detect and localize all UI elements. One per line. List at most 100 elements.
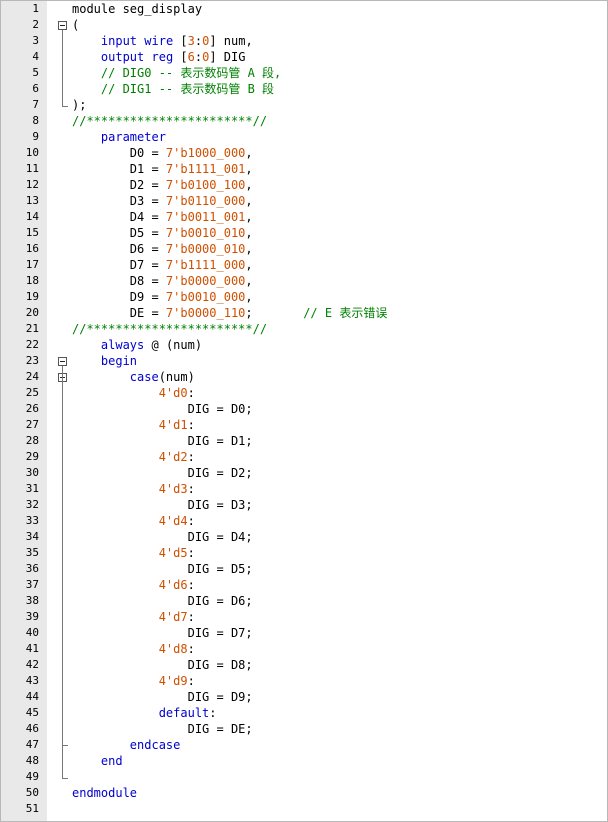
code-line[interactable]: 49 [1, 769, 607, 785]
code-line[interactable]: 9 parameter [1, 129, 607, 145]
line-number: 36 [25, 562, 39, 575]
number-token: 7'b0110_000 [165, 194, 246, 208]
code-text: DIG = D7; [72, 625, 253, 641]
code-line[interactable]: 24 case(num) [1, 369, 607, 385]
code-line[interactable]: 38 DIG = D6; [1, 593, 607, 609]
code-text: D8 = 7'b0000_000, [72, 273, 253, 289]
code-line[interactable]: 17 D7 = 7'b1111_000, [1, 257, 607, 273]
fold-toggle-icon[interactable] [58, 357, 67, 366]
code-line[interactable]: 10 D0 = 7'b1000_000, [1, 145, 607, 161]
code-line[interactable]: 15 D5 = 7'b0010_010, [1, 225, 607, 241]
code-line[interactable]: 45 default: [1, 705, 607, 721]
code-text: 4'd3: [72, 481, 195, 497]
text-token: : [209, 706, 217, 720]
code-text: ); [72, 97, 86, 113]
code-line[interactable]: 27 4'd1: [1, 417, 607, 433]
code-text: begin [72, 353, 137, 369]
code-text: D1 = 7'b1111_001, [72, 161, 253, 177]
number-token: 7'b0000_010 [165, 242, 246, 256]
code-text: //***********************// [72, 321, 267, 337]
code-text: DIG = D5; [72, 561, 253, 577]
line-number: 27 [25, 418, 39, 431]
code-line[interactable]: 28 DIG = D1; [1, 433, 607, 449]
line-number: 10 [25, 146, 39, 159]
code-line[interactable]: 33 4'd4: [1, 513, 607, 529]
code-line[interactable]: 34 DIG = D4; [1, 529, 607, 545]
text-token: (num) [158, 370, 195, 384]
text-token: , [245, 290, 253, 304]
code-line[interactable]: 25 4'd0: [1, 385, 607, 401]
code-line[interactable]: 40 DIG = D7; [1, 625, 607, 641]
keyword-token: reg [151, 50, 174, 64]
number-token: 7'b1111_000 [165, 258, 246, 272]
code-line[interactable]: 5 // DIG0 -- 表示数码管 A 段, [1, 65, 607, 81]
text-token: : [187, 610, 195, 624]
code-line[interactable]: 26 DIG = D0; [1, 401, 607, 417]
code-line[interactable]: 23 begin [1, 353, 607, 369]
text-token: ); [72, 98, 87, 112]
number-token: 7'b0000_110 [165, 306, 246, 320]
fold-toggle-icon[interactable] [58, 21, 67, 30]
code-line[interactable]: 48 end [1, 753, 607, 769]
code-editor[interactable]: 1 module seg_display 2(3 input wire [3:0] … [0, 0, 608, 822]
code-line[interactable]: 3 input wire [3:0] num, [1, 33, 607, 49]
line-number: 6 [32, 82, 39, 95]
code-line[interactable]: 35 4'd5: [1, 545, 607, 561]
line-number: 1 [32, 2, 39, 15]
text-token: [ [173, 50, 188, 64]
code-line[interactable]: 18 D8 = 7'b0000_000, [1, 273, 607, 289]
code-text: DIG = DE; [72, 721, 253, 737]
code-line[interactable]: 16 D6 = 7'b0000_010, [1, 241, 607, 257]
line-number: 9 [32, 130, 39, 143]
code-line[interactable]: 36 DIG = D5; [1, 561, 607, 577]
code-text: //***********************// [72, 113, 267, 129]
code-line[interactable]: 47 endcase [1, 737, 607, 753]
code-line[interactable]: 7); [1, 97, 607, 113]
code-line[interactable]: 50 endmodule [1, 785, 607, 801]
number-token: 7'b0010_010 [165, 226, 246, 240]
text-token: : [187, 450, 195, 464]
code-line[interactable]: 31 4'd3: [1, 481, 607, 497]
code-line[interactable]: 11 D1 = 7'b1111_001, [1, 161, 607, 177]
code-line[interactable]: 37 4'd6: [1, 577, 607, 593]
text-token: D9 = [72, 290, 166, 304]
line-number: 13 [25, 194, 39, 207]
code-line[interactable]: 42 DIG = D8; [1, 657, 607, 673]
code-line[interactable]: 32 DIG = D3; [1, 497, 607, 513]
code-line[interactable]: 44 DIG = D9; [1, 689, 607, 705]
code-line[interactable]: 4 output reg [6:0] DIG [1, 49, 607, 65]
code-line[interactable]: 13 D3 = 7'b0110_000, [1, 193, 607, 209]
code-line[interactable]: 46 DIG = DE; [1, 721, 607, 737]
code-line[interactable]: 20 DE = 7'b0000_110; // E 表示错误 [1, 305, 607, 321]
text-token: , [245, 146, 253, 160]
code-text: // DIG0 -- 表示数码管 A 段, [72, 65, 281, 81]
text-token: [ [173, 34, 188, 48]
line-number: 46 [25, 722, 39, 735]
code-line[interactable]: 14 D4 = 7'b0011_001, [1, 209, 607, 225]
text-token: DIG = D5; [72, 562, 253, 576]
code-line[interactable]: 21 //***********************// [1, 321, 607, 337]
number-token: 4'd0 [158, 386, 188, 400]
code-text: DIG = D2; [72, 465, 253, 481]
code-line[interactable]: 41 4'd8: [1, 641, 607, 657]
code-line[interactable]: 22 always @ (num) [1, 337, 607, 353]
code-text: 4'd5: [72, 545, 195, 561]
code-line[interactable]: 12 D2 = 7'b0100_100, [1, 177, 607, 193]
code-line[interactable]: 29 4'd2: [1, 449, 607, 465]
text-token: DIG = D4; [72, 530, 253, 544]
code-text: module seg_display [72, 1, 202, 17]
code-line[interactable]: 19 D9 = 7'b0010_000, [1, 289, 607, 305]
code-line[interactable]: 51 [1, 801, 607, 817]
code-line[interactable]: 43 4'd9: [1, 673, 607, 689]
code-line[interactable]: 8 //***********************// [1, 113, 607, 129]
code-line[interactable]: 2( [1, 17, 607, 33]
code-line[interactable]: 6 // DIG1 -- 表示数码管 B 段 [1, 81, 607, 97]
code-line[interactable]: 30 DIG = D2; [1, 465, 607, 481]
code-line[interactable]: 39 4'd7: [1, 609, 607, 625]
code-line[interactable]: 1 module seg_display [1, 1, 607, 17]
